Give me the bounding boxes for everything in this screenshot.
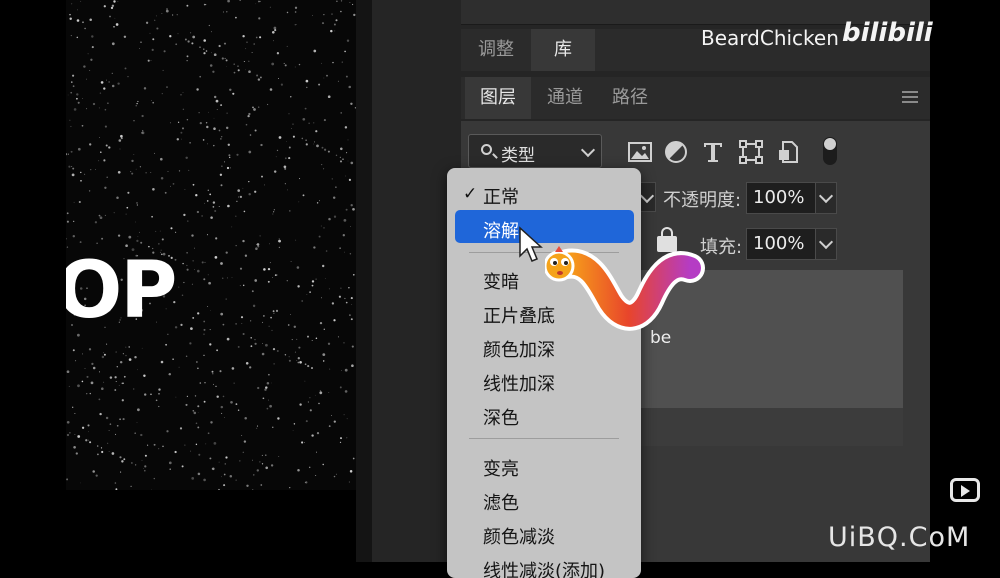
tab-libraries[interactable]: 库	[531, 29, 595, 71]
canvas-gutter	[356, 0, 372, 562]
tab-adjustments[interactable]: 调整	[461, 29, 531, 71]
opacity-label: 不透明度:	[663, 190, 742, 211]
panel-menu-icon[interactable]	[902, 91, 918, 103]
canvas-text: OP	[66, 246, 177, 336]
channel-watermark: BeardChicken	[701, 26, 839, 50]
layer-row-secondary[interactable]	[632, 408, 903, 446]
tab-paths[interactable]: 路径	[599, 77, 661, 119]
checkmark-icon: ✓	[463, 184, 478, 204]
shape-filter-icon[interactable]	[739, 140, 763, 164]
worm-sticker-icon	[545, 246, 705, 331]
filter-toggle[interactable]	[823, 137, 837, 165]
filter-label: 类型	[501, 146, 535, 166]
panel-tabs-main: 图层 通道 路径	[461, 77, 930, 119]
tv-icon	[950, 478, 980, 502]
mouse-cursor-icon	[519, 226, 543, 262]
layer-filter-select[interactable]: 类型	[468, 134, 602, 168]
menu-item-darker-color[interactable]: 深色	[483, 404, 519, 430]
chevron-down-icon	[818, 234, 834, 250]
menu-item-linear-burn[interactable]: 线性加深	[483, 370, 555, 396]
smart-object-filter-icon[interactable]	[777, 140, 801, 164]
fill-field[interactable]: 100%	[746, 228, 816, 260]
chevron-down-icon	[818, 188, 834, 204]
type-filter-icon[interactable]	[701, 140, 725, 164]
fill-dropdown-button[interactable]	[815, 228, 837, 260]
adjustment-filter-icon[interactable]	[664, 140, 688, 164]
blend-mode-menu: ✓ 正常 溶解 变暗 正片叠底 颜色加深 线性加深 深色 变亮 滤色 颜色减淡 …	[447, 168, 641, 578]
tab-channels[interactable]: 通道	[531, 77, 599, 119]
menu-separator	[469, 438, 619, 439]
menu-item-lighten[interactable]: 变亮	[483, 455, 519, 481]
menu-highlight	[455, 210, 634, 243]
menu-item-color-dodge[interactable]: 颜色减淡	[483, 523, 555, 549]
tab-layers[interactable]: 图层	[465, 77, 531, 119]
menu-item-screen[interactable]: 滤色	[483, 489, 519, 515]
site-watermark: UiBQ.CoM	[828, 522, 971, 553]
menu-item-color-burn[interactable]: 颜色加深	[483, 336, 555, 362]
speckle-texture	[66, 0, 356, 490]
chevron-down-icon	[639, 188, 655, 204]
menu-item-dissolve[interactable]: 溶解	[483, 217, 519, 243]
platform-logo: bilibili	[842, 18, 933, 48]
image-filter-icon[interactable]	[628, 140, 652, 164]
chevron-down-icon	[580, 142, 596, 158]
menu-item-linear-dodge[interactable]: 线性减淡(添加)	[483, 557, 605, 578]
search-icon	[481, 144, 492, 155]
menu-item-darken[interactable]: 变暗	[483, 268, 519, 294]
menu-item-normal[interactable]: 正常	[483, 183, 519, 209]
opacity-field[interactable]: 100%	[746, 182, 816, 214]
document-canvas[interactable]: OP	[66, 0, 356, 490]
opacity-dropdown-button[interactable]	[815, 182, 837, 214]
